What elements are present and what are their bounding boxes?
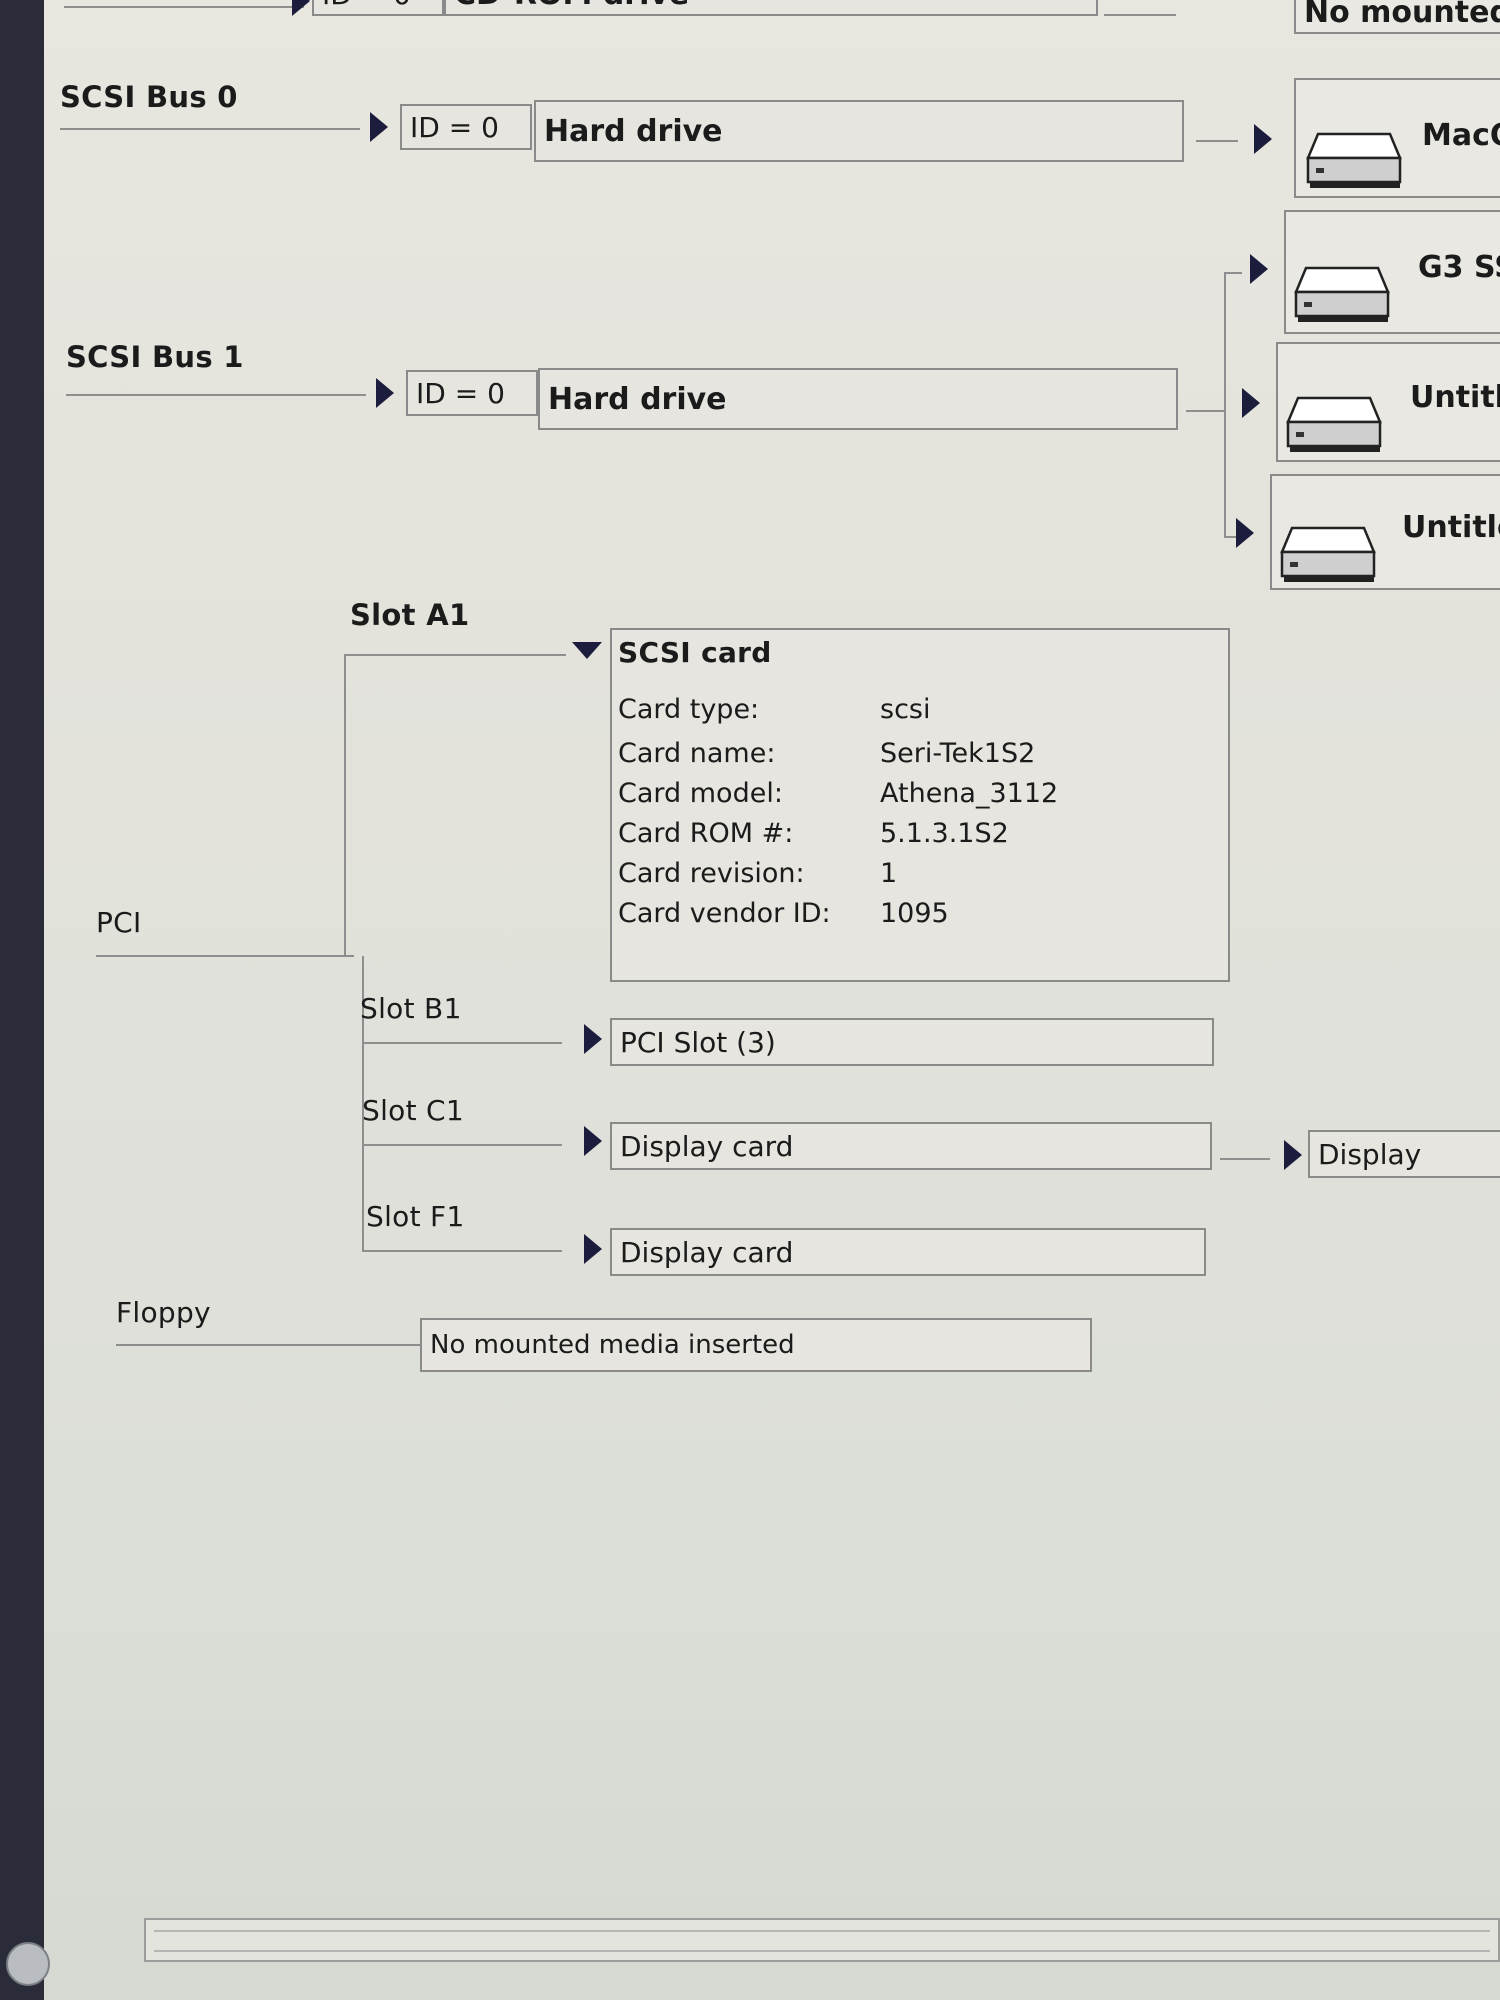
detail-label: Card type: xyxy=(618,694,760,725)
detail-label: Card model: xyxy=(618,778,783,809)
id-label: ID = 0 xyxy=(322,0,411,11)
slot-c1-line xyxy=(362,1144,562,1146)
connector-line xyxy=(1220,1158,1270,1160)
scsi-card-title: SCSI card xyxy=(618,636,772,669)
scsi-bus-0-line xyxy=(60,128,360,130)
slot-a1-line xyxy=(344,654,566,656)
slot-f1-label: Slot F1 xyxy=(366,1200,465,1233)
pci-line xyxy=(96,955,354,957)
top-id-field[interactable]: ID = 0 xyxy=(312,0,444,16)
scsi-card-disclosure-icon[interactable] xyxy=(572,642,602,659)
scsi-bus-1-line xyxy=(66,394,366,396)
volume-name: MacOS xyxy=(1422,118,1500,153)
id-label: ID = 0 xyxy=(416,376,505,410)
slot-b1-line xyxy=(362,1042,562,1044)
volume-disclosure-icon[interactable] xyxy=(1236,518,1254,548)
floppy-status-label: No mounted media inserted xyxy=(430,1330,795,1360)
connector-line xyxy=(1196,140,1238,142)
scsi-bus-0-id-field[interactable]: ID = 0 xyxy=(400,104,532,150)
device-label: Hard drive xyxy=(548,381,727,417)
slot-b1-disclosure-icon[interactable] xyxy=(584,1024,602,1054)
detail-value: 1095 xyxy=(880,898,949,929)
id-label: ID = 0 xyxy=(410,110,499,144)
detail-label: Card ROM #: xyxy=(618,818,794,849)
device-label: Hard drive xyxy=(544,113,723,149)
volume-disclosure-icon[interactable] xyxy=(1254,124,1272,154)
scsi-bus-1-id-field[interactable]: ID = 0 xyxy=(406,370,538,416)
detail-value: 5.1.3.1S2 xyxy=(880,818,1009,849)
device-label: CD-ROM drive xyxy=(454,0,689,12)
volume-branch-line xyxy=(1224,272,1226,536)
volume-name: Untitle xyxy=(1410,380,1500,415)
slot-c1-card-field[interactable]: Display card xyxy=(610,1122,1212,1170)
hard-drive-icon xyxy=(1294,266,1390,322)
slot-f1-disclosure-icon[interactable] xyxy=(584,1234,602,1264)
horizontal-scrollbar[interactable] xyxy=(144,1918,1500,1962)
slot-f1-line xyxy=(362,1250,562,1252)
card-label: PCI Slot (3) xyxy=(620,1025,776,1059)
detail-value: 1 xyxy=(880,858,898,889)
connector-line xyxy=(1186,410,1224,412)
scsi-bus-0-label: SCSI Bus 0 xyxy=(60,80,238,114)
detail-label: Card revision: xyxy=(618,858,805,889)
volume-name: G3 SS xyxy=(1418,250,1500,285)
scsi-bus-1-label: SCSI Bus 1 xyxy=(66,340,244,374)
slot-c1-disclosure-icon[interactable] xyxy=(584,1126,602,1156)
top-device-field[interactable]: CD-ROM drive xyxy=(444,0,1098,16)
scsi-bus-1-device-field[interactable]: Hard drive xyxy=(538,368,1178,430)
scroll-arrow-icon[interactable] xyxy=(6,1942,50,1986)
hard-drive-icon xyxy=(1286,396,1382,452)
slot-b1-label: Slot B1 xyxy=(360,992,462,1025)
volume-label: No mounted media xyxy=(1304,0,1500,30)
volume-disclosure-icon[interactable] xyxy=(1250,254,1268,284)
scsi-bus-0-device-field[interactable]: Hard drive xyxy=(534,100,1184,162)
hard-drive-icon xyxy=(1306,132,1402,188)
connector-line xyxy=(64,6,304,8)
card-label: Display card xyxy=(620,1129,794,1163)
slot-a1-label: Slot A1 xyxy=(350,598,470,632)
detail-value: Athena_3112 xyxy=(880,778,1059,809)
slot-f1-card-field[interactable]: Display card xyxy=(610,1228,1206,1276)
top-volume-field[interactable]: No mounted media xyxy=(1294,0,1500,34)
detail-value: scsi xyxy=(880,694,931,725)
card-label: Display card xyxy=(620,1235,794,1269)
display-field[interactable]: Display xyxy=(1308,1130,1500,1178)
display-label: Display xyxy=(1318,1137,1422,1171)
detail-value: Seri-Tek1S2 xyxy=(880,738,1036,769)
hard-drive-icon xyxy=(1280,526,1376,582)
volume-name: Untitled xyxy=(1402,510,1500,545)
connector-line xyxy=(1224,272,1242,274)
detail-label: Card name: xyxy=(618,738,776,769)
slot-c1-label: Slot C1 xyxy=(362,1094,465,1127)
pci-label: PCI xyxy=(96,906,142,939)
display-disclosure-icon[interactable] xyxy=(1284,1140,1302,1170)
slot-b1-card-field[interactable]: PCI Slot (3) xyxy=(610,1018,1214,1066)
scsi-bus-0-disclosure-icon[interactable] xyxy=(370,112,388,142)
floppy-label: Floppy xyxy=(116,1296,211,1329)
pci-branch-line xyxy=(344,654,346,956)
connector-line xyxy=(1104,14,1176,16)
device-tree-window: ID = 0 CD-ROM drive No mounted media SCS… xyxy=(44,0,1500,2000)
disclosure-triangle-icon[interactable] xyxy=(292,0,310,16)
scsi-bus-1-disclosure-icon[interactable] xyxy=(376,378,394,408)
floppy-line xyxy=(116,1344,466,1346)
detail-label: Card vendor ID: xyxy=(618,898,831,929)
floppy-status-field[interactable]: No mounted media inserted xyxy=(420,1318,1092,1372)
volume-disclosure-icon[interactable] xyxy=(1242,388,1260,418)
